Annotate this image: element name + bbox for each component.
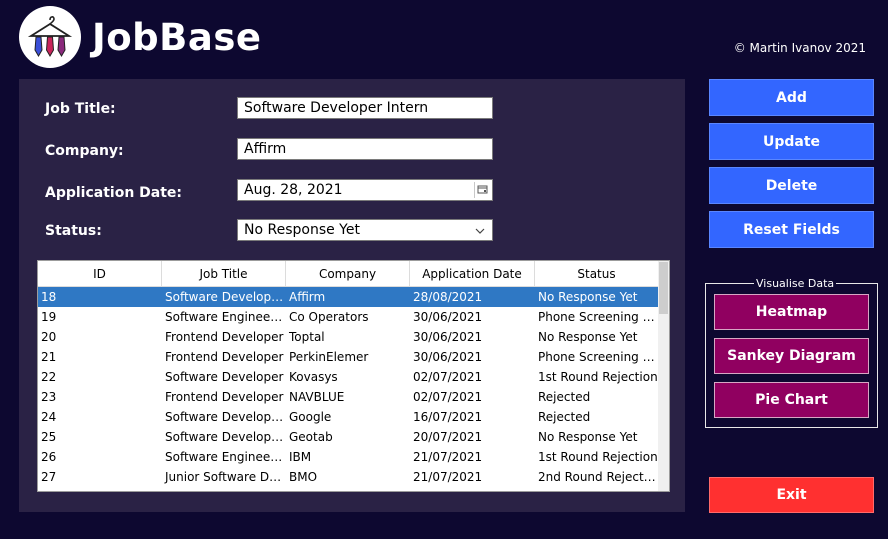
cell-status: 1st Round Rejection [538, 370, 658, 384]
cell-status: Rejected [538, 410, 591, 424]
cell-application-date: 30/06/2021 [413, 310, 483, 324]
column-header-job-title[interactable]: Job Title [162, 261, 286, 286]
status-label: Status: [45, 223, 102, 239]
cell-job-title: Software Developer [165, 370, 284, 384]
table-row[interactable]: 26 Software Engineering InternIBM 21/07/20… [38, 447, 658, 467]
scrollbar-thumb[interactable] [659, 262, 668, 314]
application-date-label: Application Date: [45, 185, 183, 201]
cell-job-title: Frontend Developer [165, 350, 284, 364]
table-row[interactable]: 20 Frontend Developer Toptal 30/06/2021 No R… [38, 327, 658, 347]
cell-company: Google [289, 410, 332, 424]
heatmap-button[interactable]: Heatmap [714, 294, 869, 330]
cell-application-date: 16/07/2021 [413, 410, 483, 424]
cell-application-date: 20/07/2021 [413, 430, 483, 444]
column-header-id[interactable]: ID [38, 261, 162, 286]
cell-company: PerkinElemer [289, 350, 369, 364]
table-row[interactable]: 24 Software Developer InternGoogle 16/07/2… [38, 407, 658, 427]
cell-company: Affirm [289, 290, 326, 304]
cell-status: 1st Round Rejection [538, 450, 658, 464]
cell-job-title: Software Engineering Intern [165, 310, 286, 324]
table-scrollbar[interactable] [658, 261, 669, 491]
cell-id: 18 [41, 290, 57, 304]
cell-company: IBM [289, 450, 312, 464]
app-title: JobBase [92, 16, 262, 59]
cell-company: NAVBLUE [289, 390, 345, 404]
cell-id: 25 [41, 430, 57, 444]
status-select-value: No Response Yet [244, 222, 360, 238]
job-title-input[interactable]: Software Developer Intern [237, 97, 493, 119]
job-title-label: Job Title: [45, 101, 116, 117]
pie-chart-button[interactable]: Pie Chart [714, 382, 869, 418]
app-logo [19, 6, 81, 68]
job-form-panel: Job Title: Software Developer Intern Com… [19, 79, 685, 512]
cell-job-title: Software Engineering Intern [165, 450, 286, 464]
calendar-icon[interactable] [474, 182, 490, 198]
application-date-value: Aug. 28, 2021 [244, 182, 343, 198]
add-button[interactable]: Add [709, 79, 874, 116]
table-row[interactable]: 18 Software Developer InternAffirm 28/08/2… [38, 287, 658, 307]
column-header-application-date[interactable]: Application Date [410, 261, 535, 286]
table-body: 18Software Developer InternAffirm28/08/2… [38, 287, 669, 487]
copyright-text: © Martin Ivanov 2021 [733, 41, 866, 55]
chevron-down-icon [474, 223, 486, 235]
cell-application-date: 02/07/2021 [413, 370, 483, 384]
cell-id: 20 [41, 330, 57, 344]
cell-id: 24 [41, 410, 57, 424]
update-button[interactable]: Update [709, 123, 874, 160]
reset-fields-button[interactable]: Reset Fields [709, 211, 874, 248]
company-input[interactable]: Affirm [237, 138, 493, 160]
cell-job-title: Junior Software Developer [165, 470, 286, 484]
cell-job-title: Software Developer Intern [165, 430, 286, 444]
delete-button[interactable]: Delete [709, 167, 874, 204]
column-header-status[interactable]: Status [535, 261, 658, 286]
cell-application-date: 21/07/2021 [413, 470, 483, 484]
cell-company: Kovasys [289, 370, 338, 384]
cell-status: No Response Yet [538, 330, 638, 344]
table-row[interactable]: 23 Frontend Developer NAVBLUE 02/07/2021 Rej… [38, 387, 658, 407]
cell-company: Co Operators [289, 310, 369, 324]
cell-status: Phone Screening Rejection [538, 310, 658, 324]
application-date-input[interactable]: Aug. 28, 2021 [237, 179, 493, 201]
status-select[interactable]: No Response Yet [237, 219, 493, 241]
company-label: Company: [45, 143, 124, 159]
cell-job-title: Frontend Developer [165, 330, 284, 344]
cell-status: Phone Screening Rejection [538, 350, 658, 364]
applications-table: ID Job Title Company Application Date St… [37, 260, 670, 492]
table-row[interactable]: 25 Software Developer InternGeotab 20/07/2… [38, 427, 658, 447]
cell-application-date: 28/08/2021 [413, 290, 483, 304]
cell-application-date: 30/06/2021 [413, 330, 483, 344]
cell-id: 22 [41, 370, 57, 384]
cell-company: Geotab [289, 430, 333, 444]
cell-id: 26 [41, 450, 57, 464]
cell-job-title: Software Developer Intern [165, 410, 286, 424]
visualise-data-title: Visualise Data [754, 277, 837, 290]
cell-id: 27 [41, 470, 57, 484]
exit-button[interactable]: Exit [709, 477, 874, 513]
table-row[interactable]: 21 Frontend Developer PerkinElemer 30/06/20… [38, 347, 658, 367]
cell-application-date: 30/06/2021 [413, 350, 483, 364]
cell-id: 23 [41, 390, 57, 404]
table-header: ID Job Title Company Application Date St… [38, 261, 658, 287]
cell-status: Rejected [538, 390, 591, 404]
table-row[interactable]: 27 Junior Software DeveloperBMO 21/07/2021… [38, 467, 658, 487]
hanger-ties-icon [27, 16, 73, 57]
sankey-diagram-button[interactable]: Sankey Diagram [714, 338, 869, 374]
cell-status: No Response Yet [538, 430, 638, 444]
cell-job-title: Frontend Developer [165, 390, 284, 404]
cell-id: 21 [41, 350, 57, 364]
cell-job-title: Software Developer Intern [165, 290, 286, 304]
cell-company: BMO [289, 470, 318, 484]
table-row[interactable]: 22 Software Developer Kovasys 02/07/2021 1st… [38, 367, 658, 387]
table-row[interactable]: 19 Software Engineering InternCo Operator… [38, 307, 658, 327]
cell-company: Toptal [289, 330, 325, 344]
cell-status: 2nd Round Rejection [538, 470, 658, 484]
cell-application-date: 21/07/2021 [413, 450, 483, 464]
column-header-company[interactable]: Company [286, 261, 410, 286]
cell-id: 19 [41, 310, 57, 324]
cell-status: No Response Yet [538, 290, 638, 304]
cell-application-date: 02/07/2021 [413, 390, 483, 404]
